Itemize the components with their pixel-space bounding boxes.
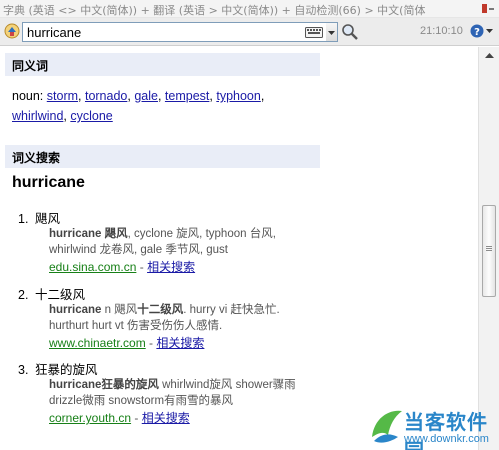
- watermark-url: www.downkr.com: [404, 433, 489, 445]
- result-snippet-bold: 十二级风: [137, 304, 184, 316]
- search-icon[interactable]: [341, 23, 359, 41]
- result-snippet: hurricane 飓风, cyclone 旋风, typhoon 台风, wh…: [49, 226, 318, 258]
- related-search-link[interactable]: 相关搜索: [156, 336, 204, 350]
- help-icon[interactable]: ?: [470, 24, 484, 38]
- related-search-link[interactable]: 相关搜索: [147, 260, 195, 274]
- related-search-link[interactable]: 相关搜索: [142, 411, 190, 425]
- result-snippet: hurricane n 飓风十二级风. hurry vi 赶快急忙. hurth…: [49, 302, 318, 334]
- result-title-text: 十二级风: [35, 288, 86, 302]
- clock-display: 21:10:10: [420, 25, 463, 37]
- synonym-link[interactable]: cyclone: [70, 109, 112, 123]
- result-title: 1. 飓风: [18, 208, 318, 226]
- grip-icon: [486, 246, 492, 247]
- synonym-link[interactable]: typhoon: [216, 89, 260, 103]
- result-source-link[interactable]: corner.youth.cn: [49, 411, 131, 425]
- meaning-search-header-label: 词义搜索: [12, 151, 61, 165]
- synonym-link[interactable]: tempest: [165, 89, 209, 103]
- result-snippet-bold: hurricane: [49, 304, 102, 316]
- pin-icon[interactable]: [481, 3, 495, 15]
- toolbar: 21:10:10 ?: [0, 18, 499, 46]
- separator: -: [131, 411, 142, 425]
- result-source-row: edu.sina.com.cn - 相关搜索: [49, 258, 318, 276]
- search-result: 2. 十二级风 hurricane n 飓风十二级风. hurry vi 赶快急忙…: [18, 284, 318, 352]
- result-snippet: hurricane狂暴的旋风 whirlwind旋风 shower骤雨 driz…: [49, 377, 318, 409]
- result-title: 2. 十二级风: [18, 284, 318, 302]
- result-title-text: 狂暴的旋风: [35, 363, 98, 377]
- watermark-logo-icon: [372, 410, 402, 443]
- result-snippet-text: n 飓风: [101, 304, 138, 316]
- result-source-link[interactable]: www.chinaetr.com: [49, 336, 146, 350]
- virtual-keyboard-icon[interactable]: [305, 25, 323, 39]
- synonym-link[interactable]: gale: [134, 89, 158, 103]
- vertical-scrollbar[interactable]: [478, 47, 499, 450]
- search-box[interactable]: [22, 22, 327, 42]
- history-dropdown-button[interactable]: [326, 22, 338, 42]
- meaning-search-header: 词义搜索: [5, 145, 320, 168]
- result-snippet-bold: hurricane 飓风: [49, 228, 128, 240]
- search-result: 3. 狂暴的旋风 hurricane狂暴的旋风 whirlwind旋风 showe…: [18, 359, 318, 427]
- watermark: 当客软件园 www.downkr.com: [366, 404, 499, 450]
- help-menu-arrow-icon[interactable]: [486, 29, 493, 33]
- window-title: 字典 (英语 <> 中文(简体)) + 翻译 (英语 > 中文(简体)) + 自…: [3, 4, 426, 17]
- result-source-row: corner.youth.cn - 相关搜索: [49, 409, 318, 427]
- synonym-link[interactable]: storm: [47, 89, 78, 103]
- synonyms-pos-label: noun:: [12, 89, 47, 103]
- babylon-app-icon[interactable]: [4, 23, 20, 39]
- synonyms-header-label: 同义词: [12, 59, 49, 73]
- window-titlebar: 字典 (英语 <> 中文(简体)) + 翻译 (英语 > 中文(简体)) + 自…: [0, 0, 499, 18]
- separator: -: [145, 336, 157, 350]
- scroll-up-arrow-icon[interactable]: [482, 49, 497, 62]
- synonyms-list: noun: storm, tornado, gale, tempest, typ…: [12, 89, 265, 123]
- results-pane: 同义词 noun: storm, tornado, gale, tempest,…: [0, 47, 478, 450]
- result-source-link[interactable]: edu.sina.com.cn: [49, 260, 136, 274]
- search-result: 1. 飓风 hurricane 飓风, cyclone 旋风, typhoon 台…: [18, 208, 318, 276]
- result-title: 3. 狂暴的旋风: [18, 359, 318, 377]
- scrollbar-thumb[interactable]: [482, 205, 496, 297]
- synonym-link[interactable]: whirlwind: [12, 109, 63, 123]
- search-input[interactable]: [23, 23, 293, 41]
- separator: -: [136, 260, 148, 274]
- result-number: 2.: [18, 288, 29, 302]
- result-number: 1.: [18, 212, 29, 226]
- result-snippet-bold: hurricane狂暴的旋风: [49, 379, 159, 391]
- result-number: 3.: [18, 363, 29, 377]
- synonyms-header: 同义词: [5, 53, 320, 76]
- svg-text:?: ?: [474, 27, 480, 38]
- result-title-text: 飓风: [35, 212, 61, 226]
- result-source-row: www.chinaetr.com - 相关搜索: [49, 334, 318, 352]
- synonym-link[interactable]: tornado: [85, 89, 127, 103]
- headword: hurricane: [12, 174, 85, 191]
- chevron-down-icon: [328, 31, 335, 35]
